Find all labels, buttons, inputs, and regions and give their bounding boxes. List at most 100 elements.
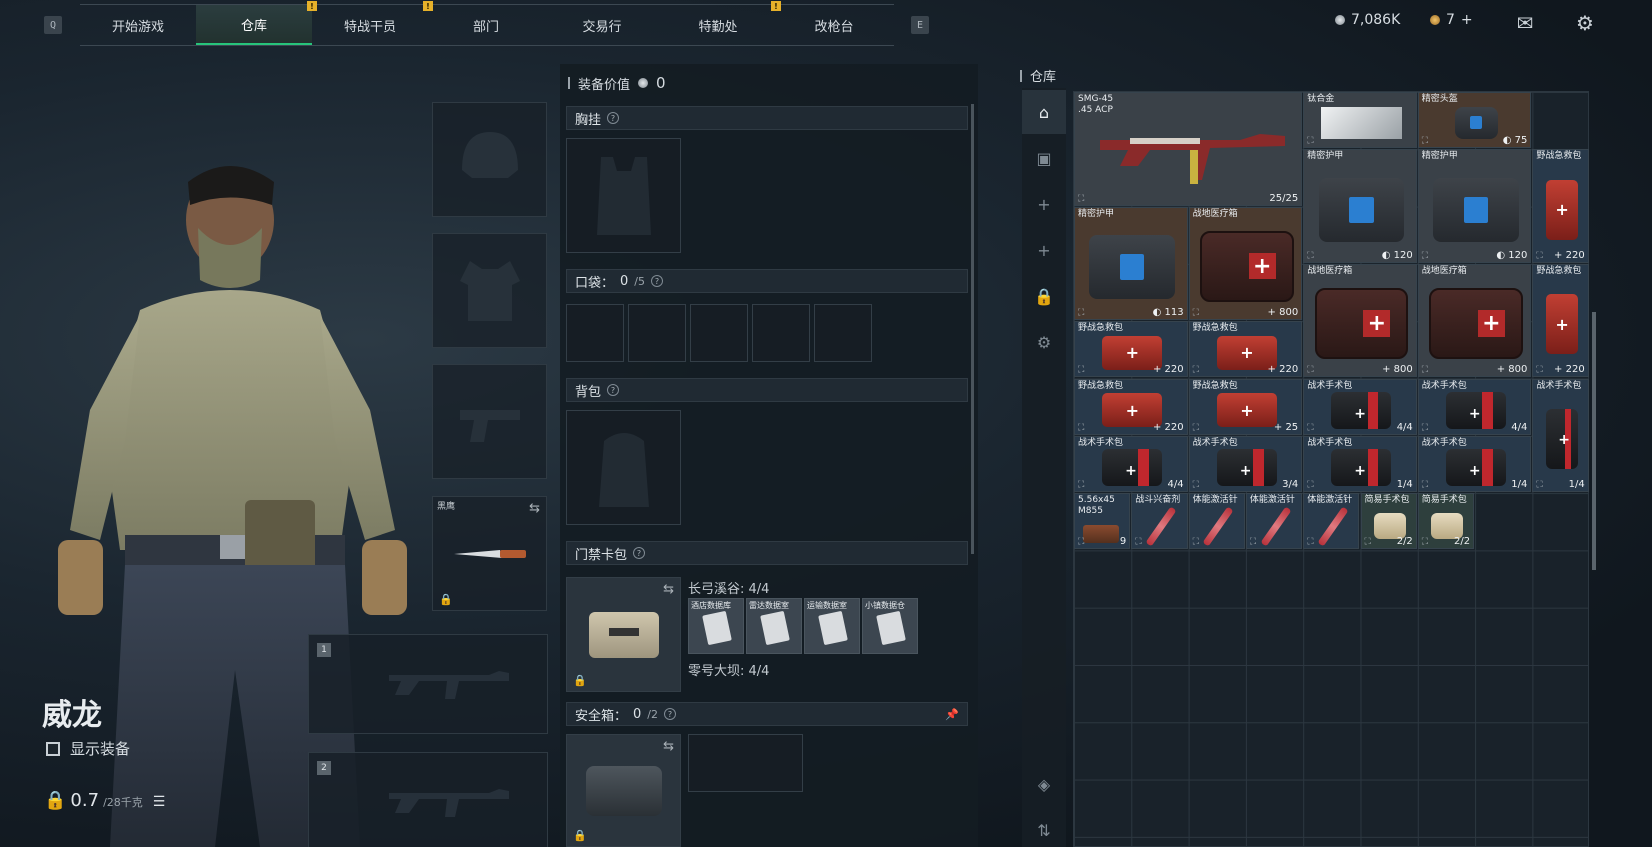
prev-tab-key[interactable]: Q <box>44 16 62 34</box>
operator-model <box>58 166 407 847</box>
show-equipment-toggle[interactable]: 显示装备 <box>46 738 130 759</box>
first-aid-kit-icon <box>1546 294 1578 355</box>
stash-item[interactable]: 野战急救包 ⛶ + 220 <box>1074 378 1188 435</box>
list-icon[interactable]: ☰ <box>153 794 166 810</box>
mail-icon[interactable]: ✉ <box>1512 10 1538 36</box>
armor-slot[interactable] <box>432 233 547 348</box>
stash-sidebar: ⌂ ▣ + + 🔒 ⚙ ◈ ⇅ <box>1022 88 1066 847</box>
keycard-item[interactable]: 小镇数据仓 <box>862 598 918 654</box>
stash-item[interactable]: 野战急救包 ⛶ + 220 <box>1074 321 1188 378</box>
stash-home-icon[interactable]: ⌂ <box>1022 90 1066 134</box>
stash-item[interactable]: 精密护甲 ⛶ ◐ 120 <box>1303 149 1417 263</box>
tab-operators[interactable]: 特战干员 <box>312 5 428 45</box>
keycard-case-slot[interactable]: ⇆ 🔒 <box>566 577 681 692</box>
stash-item[interactable]: SMG-45.45 ACP ⛶ 25/25 <box>1074 92 1303 206</box>
primary-weapon-slot[interactable]: 1 <box>308 634 548 734</box>
stash-item[interactable]: 野战急救包 ⛶ + 25 <box>1188 378 1303 435</box>
swap-icon[interactable]: ⇆ <box>663 582 674 597</box>
stash-item[interactable]: 简易手术包 ⛶ 2/2 <box>1360 493 1417 550</box>
add-currency-button[interactable]: + <box>1461 12 1473 28</box>
item-value: + 220 <box>1554 249 1585 261</box>
stash-item[interactable]: 战术手术包 ⛶ 1/4 <box>1303 435 1417 493</box>
checkbox[interactable] <box>46 741 60 756</box>
keycard-item[interactable]: 雷达数据室 <box>746 598 802 654</box>
helmet-slot[interactable] <box>432 102 547 217</box>
first-aid-kit-icon <box>1216 392 1277 428</box>
add-icon[interactable]: + <box>1022 228 1066 272</box>
smg-icon <box>1090 110 1290 194</box>
sidearm-slot[interactable] <box>432 364 547 479</box>
keycard-item[interactable]: 酒店数据库 <box>688 598 744 654</box>
stash-item[interactable]: 简易手术包 ⛶ 2/2 <box>1417 493 1475 550</box>
pocket-slot[interactable] <box>628 304 686 362</box>
next-tab-key[interactable]: E <box>911 16 929 34</box>
swap-icon[interactable]: ⇆ <box>663 739 674 754</box>
stash-item[interactable]: 野战急救包 ⛶ + 220 <box>1532 263 1589 378</box>
pocket-slot[interactable] <box>690 304 748 362</box>
item-value: 1/4 <box>1396 479 1413 491</box>
tab-market[interactable]: 交易行 <box>544 5 660 45</box>
scrollbar[interactable] <box>971 104 974 554</box>
armor-bag-icon <box>1454 106 1498 139</box>
safe-box-storage[interactable] <box>688 734 803 792</box>
stash-item[interactable]: 体能激活针 ⛶ <box>1245 493 1303 550</box>
stash-item[interactable]: 野战急救包 ⛶ + 220 <box>1532 149 1589 263</box>
stash-item[interactable]: 5.56x45 M855 ⛶ 9 <box>1074 493 1131 550</box>
stash-item[interactable]: 战术手术包 ⛶ 4/4 <box>1417 378 1532 435</box>
weight-value: 0.7 <box>70 790 100 811</box>
rifle-icon <box>389 789 509 817</box>
stash-item[interactable]: 体能激活针 ⛶ <box>1188 493 1245 550</box>
pocket-slot[interactable] <box>566 304 624 362</box>
pocket-slot[interactable] <box>752 304 810 362</box>
gear-icon[interactable]: ⚙ <box>1572 10 1598 36</box>
keycard-item[interactable]: 运输数据室 <box>804 598 860 654</box>
stash-tab-icon[interactable]: ▣ <box>1022 136 1066 180</box>
help-icon[interactable]: ? <box>607 112 620 124</box>
add-icon[interactable]: + <box>1022 182 1066 226</box>
backpack-slot[interactable] <box>566 410 681 525</box>
item-name: 战术手术包 <box>1421 380 1467 391</box>
stash-item[interactable]: 精密护甲 ⛶ ◐ 113 <box>1074 206 1188 321</box>
stash-item[interactable]: 精密护甲 ⛶ ◐ 120 <box>1417 149 1532 263</box>
swap-icon[interactable]: ⇆ <box>529 501 540 516</box>
stash-item[interactable]: 战斗兴奋剂 ⛶ <box>1131 493 1188 550</box>
tag-icon: ⛶ <box>1307 422 1314 433</box>
sort-icon[interactable]: ⇅ <box>1022 808 1066 847</box>
gold-coin-icon <box>1430 15 1440 25</box>
stash-item[interactable]: 战术手术包 ⛶ 4/4 <box>1303 378 1417 435</box>
melee-slot[interactable]: 黑鹰 ⇆ 🔒 <box>432 496 547 611</box>
gear-icon[interactable]: ⚙ <box>1022 320 1066 364</box>
tab-gunsmith[interactable]: 改枪台 <box>776 5 892 45</box>
help-icon[interactable]: ? <box>664 708 677 720</box>
tab-stash[interactable]: 仓库! <box>196 1 317 45</box>
stash-item[interactable]: 战地医疗箱 ⛶ + 800 <box>1188 206 1303 321</box>
pin-icon[interactable]: 📌 <box>945 708 959 721</box>
help-icon[interactable]: ? <box>607 384 620 396</box>
layers-icon[interactable]: ◈ <box>1022 762 1066 806</box>
secondary-weapon-slot[interactable]: 2 <box>308 752 548 847</box>
stash-item[interactable]: 战地医疗箱 ⛶ + 800 <box>1417 263 1532 378</box>
scrollbar[interactable] <box>1592 312 1596 570</box>
stash-item[interactable]: 战术手术包 ⛶ 1/4 <box>1417 435 1532 493</box>
tag-icon: ⛶ <box>1078 537 1085 548</box>
pocket-slot[interactable] <box>814 304 872 362</box>
stash-item[interactable]: 野战急救包 ⛶ + 220 <box>1188 321 1303 378</box>
stash-item[interactable]: 战术手术包 ⛶ 1/4 <box>1532 378 1589 493</box>
stash-item[interactable]: 战术手术包 ⛶ 3/4 <box>1188 435 1303 493</box>
help-icon[interactable]: ? <box>651 275 664 287</box>
safe-box-slot[interactable]: ⇆ 🔒 <box>566 734 681 847</box>
melee-name: 黑鹰 <box>437 502 456 512</box>
tab-start-game[interactable]: 开始游戏 <box>80 5 196 45</box>
tab-department[interactable]: 部门! <box>423 1 544 45</box>
stash-item[interactable]: 战术手术包 ⛶ 4/4 <box>1074 435 1188 493</box>
surgery-kit-icon <box>1446 391 1507 429</box>
stash-item[interactable]: 精密头盔 ⛶ ◐ 75 <box>1417 92 1532 149</box>
help-icon[interactable]: ? <box>633 547 646 559</box>
stash-item[interactable]: 战地医疗箱 ⛶ + 800 <box>1303 263 1417 378</box>
lock-icon[interactable]: 🔒 <box>1022 274 1066 318</box>
item-name: SMG-45 <box>1078 94 1114 104</box>
stash-item[interactable]: 体能激活针 ⛶ <box>1303 493 1360 550</box>
chest-rig-slot[interactable] <box>566 138 681 253</box>
stash-item[interactable]: 钛合金 ⛶ <box>1303 92 1417 149</box>
tab-special-ops[interactable]: 特勤处! <box>660 1 781 45</box>
